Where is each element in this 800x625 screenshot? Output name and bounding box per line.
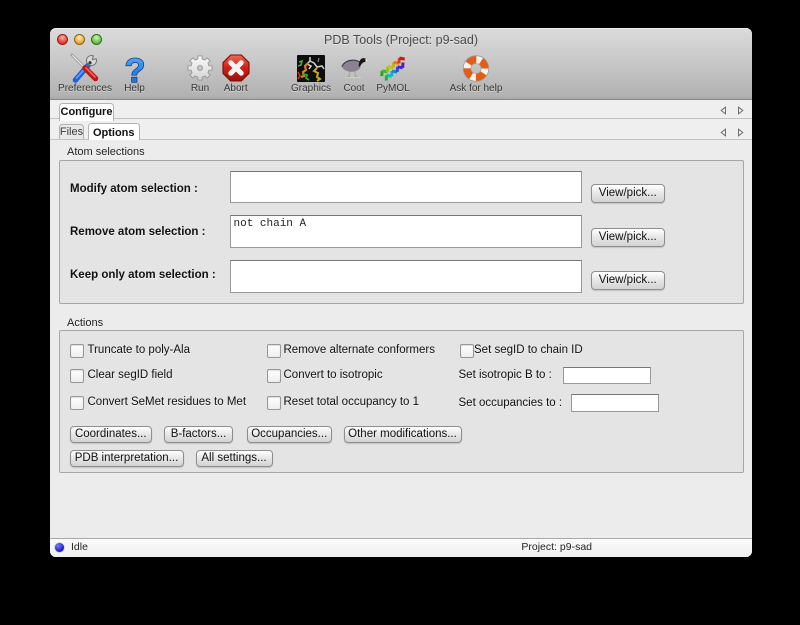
svg-text:?: ? bbox=[124, 52, 145, 84]
